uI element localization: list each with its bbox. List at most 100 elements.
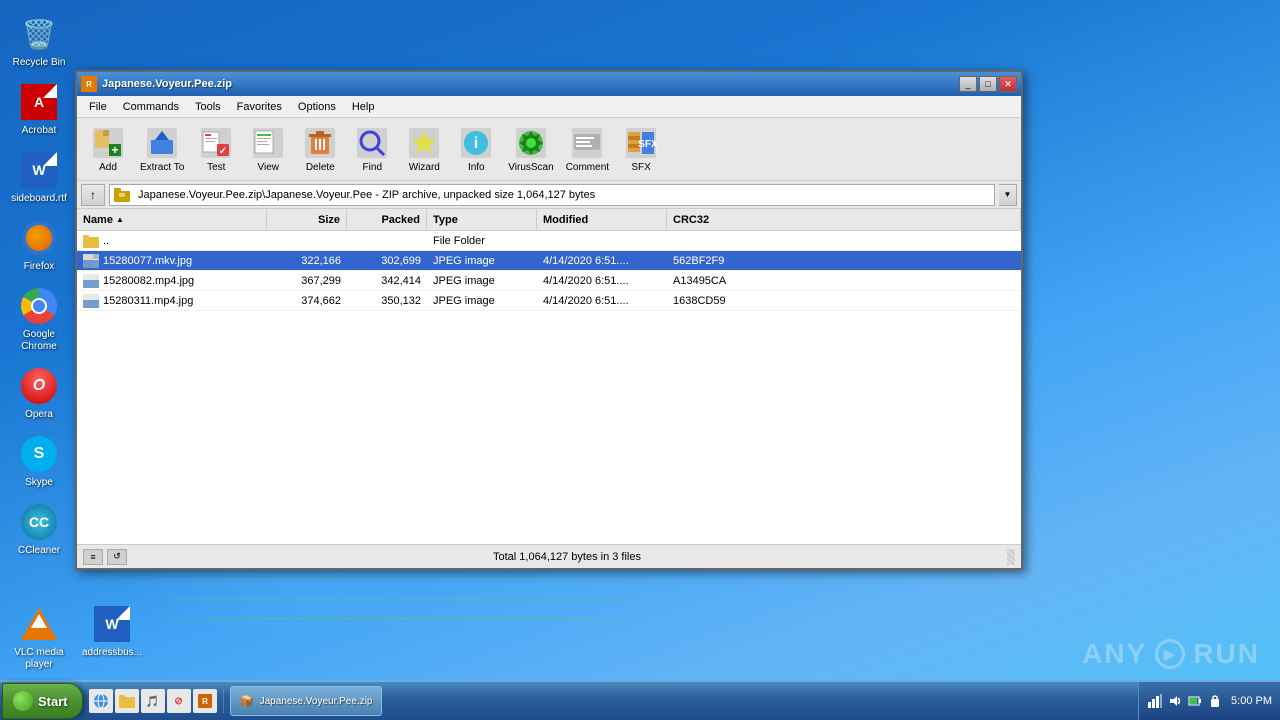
virusscan-label: VirusScan [508, 162, 553, 173]
col-header-modified[interactable]: Modified [537, 209, 667, 230]
svg-text:+: + [111, 143, 118, 157]
col-header-crc32[interactable]: CRC32 [667, 209, 1021, 230]
wizard-button[interactable]: Wizard [399, 122, 449, 176]
desktop-icon-acrobat[interactable]: A Acrobat [5, 78, 73, 141]
desktop: 🗑️ Recycle Bin A Acrobat W sideboard.rtf [0, 0, 1280, 720]
view-button[interactable]: View [243, 122, 293, 176]
desktop-icon-firefox[interactable]: Firefox [5, 214, 73, 277]
folder-icon [83, 233, 99, 249]
quick-launch-ie[interactable] [89, 689, 113, 713]
status-btn1[interactable]: ≡ [83, 549, 103, 565]
menu-commands[interactable]: Commands [115, 99, 187, 115]
close-button[interactable]: ✕ [999, 76, 1017, 92]
address-dropdown[interactable]: ▼ [999, 184, 1017, 206]
recycle-bin-icon: 🗑️ [19, 14, 59, 54]
info-icon: i [458, 125, 494, 161]
vlc-icon [19, 604, 59, 644]
anyrun-play-icon: ▶ [1155, 639, 1185, 669]
file-packed-cell: 350,132 [347, 295, 427, 307]
virusscan-icon [513, 125, 549, 161]
desktop-icon-opera[interactable]: O Opera [5, 362, 73, 425]
address-bar: ↑ ▼ [77, 181, 1021, 209]
ccleaner-label: CCleaner [18, 545, 60, 557]
menu-file[interactable]: File [81, 99, 115, 115]
extract-to-button[interactable]: Extract To [135, 122, 189, 176]
wizard-icon [406, 125, 442, 161]
jpeg-icon [83, 273, 99, 289]
desktop-icon-word-doc[interactable]: W sideboard.rtf [5, 146, 73, 209]
file-name-cell: 15280311.mp4.jpg [77, 293, 267, 309]
quick-launch-winrar-small[interactable]: R [193, 689, 217, 713]
run-text: RUN [1193, 638, 1260, 670]
svg-text:R: R [86, 80, 92, 89]
tray-network-icon[interactable] [1147, 693, 1163, 709]
comment-button[interactable]: Comment [561, 122, 614, 176]
find-label: Find [363, 162, 382, 173]
svg-text:✓: ✓ [219, 146, 227, 157]
test-label: Test [207, 162, 225, 173]
table-row[interactable]: .. File Folder [77, 231, 1021, 251]
file-type-cell: JPEG image [427, 295, 537, 307]
view-icon [250, 125, 286, 161]
info-button[interactable]: i Info [451, 122, 501, 176]
table-row[interactable]: 15280077.mkv.jpg 322,166 302,699 JPEG im… [77, 251, 1021, 271]
winrar-content: File Commands Tools Favorites Options He… [77, 96, 1021, 568]
tray-battery-icon[interactable] [1187, 693, 1203, 709]
menu-favorites[interactable]: Favorites [229, 99, 290, 115]
delete-button[interactable]: Delete [295, 122, 345, 176]
restore-button[interactable]: □ [979, 76, 997, 92]
desktop-icon-recycle[interactable]: 🗑️ Recycle Bin [5, 10, 73, 73]
col-header-name[interactable]: Name ▲ [77, 209, 267, 230]
address-doc-label: addressbus... [82, 647, 142, 659]
sfx-button[interactable]: SFX SFX [616, 122, 666, 176]
test-button[interactable]: ✓ Test [191, 122, 241, 176]
up-button[interactable]: ↑ [81, 184, 105, 206]
minimize-button[interactable]: _ [959, 76, 977, 92]
address-input[interactable] [134, 185, 994, 205]
file-modified-cell: 4/14/2020 6:51.... [537, 295, 667, 307]
menu-help[interactable]: Help [344, 99, 383, 115]
menu-tools[interactable]: Tools [187, 99, 229, 115]
extract-to-label: Extract To [140, 162, 184, 173]
delete-icon [302, 125, 338, 161]
extract-to-icon [144, 125, 180, 161]
desktop-icon-ccleaner[interactable]: CC CCleaner [5, 498, 73, 561]
taskbar-task-winrar[interactable]: 📦 Japanese.Voyeur.Pee.zip [230, 686, 382, 716]
col-header-packed[interactable]: Packed [347, 209, 427, 230]
comment-icon [569, 125, 605, 161]
table-row[interactable]: 15280082.mp4.jpg 367,299 342,414 JPEG im… [77, 271, 1021, 291]
add-button[interactable]: + Add [83, 122, 133, 176]
desktop-icon-vlc[interactable]: VLC media player [5, 600, 73, 675]
table-row[interactable]: 15280311.mp4.jpg 374,662 350,132 JPEG im… [77, 291, 1021, 311]
start-button[interactable]: Start [2, 683, 83, 719]
file-modified-cell: 4/14/2020 6:51.... [537, 275, 667, 287]
sfx-icon: SFX [623, 125, 659, 161]
vlc-label: VLC media player [9, 647, 69, 671]
quick-launch-stop[interactable]: ⊘ [167, 689, 191, 713]
jpeg-icon [83, 253, 99, 269]
tray-security-icon[interactable] [1207, 693, 1223, 709]
file-name-cell: 15280077.mkv.jpg [77, 253, 267, 269]
col-header-type[interactable]: Type [427, 209, 537, 230]
status-btn2[interactable]: ↺ [107, 549, 127, 565]
col-header-size[interactable]: Size [267, 209, 347, 230]
desktop-icon-skype[interactable]: S Skype [5, 430, 73, 493]
quick-launch-media[interactable]: 🎵 [141, 689, 165, 713]
sort-arrow-icon: ▲ [116, 215, 124, 224]
quick-launch-folder[interactable] [115, 689, 139, 713]
jpeg-icon [83, 293, 99, 309]
desktop-icon-address[interactable]: W addressbus... [78, 600, 146, 675]
delete-label: Delete [306, 162, 335, 173]
desktop-icon-chrome[interactable]: Google Chrome [5, 282, 73, 357]
tray-volume-icon[interactable] [1167, 693, 1183, 709]
file-name-cell: 15280082.mp4.jpg [77, 273, 267, 289]
firefox-icon [19, 218, 59, 258]
file-size-cell: 374,662 [267, 295, 347, 307]
file-crc32-cell: 562BF2F9 [667, 255, 1021, 267]
view-label: View [258, 162, 280, 173]
file-name-cell: .. [77, 233, 267, 249]
file-type-cell: File Folder [427, 235, 537, 247]
find-button[interactable]: Find [347, 122, 397, 176]
virusscan-button[interactable]: VirusScan [503, 122, 558, 176]
menu-options[interactable]: Options [290, 99, 344, 115]
